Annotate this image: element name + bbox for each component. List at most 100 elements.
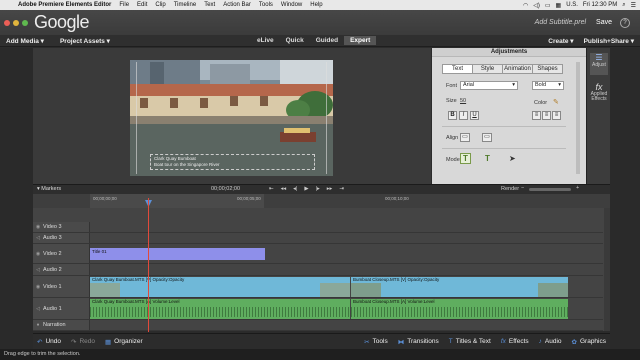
audio-clip[interactable]: Clark Quay Bumboat.MTS [A] Volume:Level [90, 299, 350, 319]
menu-help[interactable]: Help [306, 2, 326, 8]
organizer-button[interactable]: ▦ Organizer [105, 338, 143, 346]
redo-button[interactable]: ↷ Redo [71, 338, 95, 346]
zoom-in-icon[interactable]: + [576, 185, 579, 191]
font-select[interactable]: Arial ▾ [460, 81, 518, 90]
project-assets-menu[interactable]: Project Assets ▾ [60, 37, 110, 45]
align-right-icon[interactable]: ≡ [552, 111, 561, 120]
track-header[interactable]: ◁ Audio 2 [33, 264, 90, 275]
adjust-label: Adjust [592, 62, 606, 68]
wifi-icon[interactable]: ◠ [523, 2, 528, 9]
bold-button[interactable]: B [448, 111, 457, 120]
microphone-icon[interactable]: ● [33, 322, 43, 328]
tab-text[interactable]: Text [442, 64, 473, 74]
titles-text-button[interactable]: T Titles & Text [449, 338, 491, 345]
menu-action-bar[interactable]: Action Bar [219, 2, 255, 8]
menu-timeline[interactable]: Timeline [170, 2, 200, 8]
menu-clip[interactable]: Clip [151, 2, 169, 8]
add-media-menu[interactable]: Add Media ▾ [6, 37, 44, 45]
eye-icon[interactable]: ◉ [33, 224, 43, 230]
timeline-ruler[interactable]: 00;00;00;00 00;00;05;00 00;00;10;00 [33, 194, 610, 208]
step-forward-icon[interactable]: ▸▸ [327, 186, 333, 192]
menu-app-name[interactable]: Adobe Premiere Elements Editor [14, 2, 115, 8]
panel-scrollbar[interactable] [576, 62, 580, 174]
next-frame-icon[interactable]: |▸ [316, 186, 320, 192]
size-value[interactable]: 50 [460, 98, 466, 104]
vertical-text-tool-icon[interactable]: T [482, 153, 493, 164]
video-clip[interactable]: Bumboat Closeup.MTS [V] Opacity:Opacity [351, 277, 568, 297]
language-label[interactable]: U.S. [566, 2, 578, 8]
mode-quick[interactable]: Quick [280, 36, 310, 45]
menu-window[interactable]: Window [277, 2, 306, 8]
go-to-end-icon[interactable]: ⇥ [339, 186, 344, 192]
save-button[interactable]: Save [596, 19, 612, 26]
mode-guided[interactable]: Guided [310, 36, 344, 45]
track-header[interactable]: ◉ Video 1 [33, 276, 90, 297]
timeline-scrollbar[interactable] [604, 208, 610, 331]
speaker-icon[interactable]: ◁ [33, 306, 43, 312]
effects-button[interactable]: fx Effects [501, 338, 529, 345]
tab-animation[interactable]: Animation [502, 64, 533, 74]
markers-menu[interactable]: ▾ Markers [37, 186, 61, 192]
align-left-icon[interactable]: ≡ [532, 111, 541, 120]
eye-icon[interactable]: ◉ [33, 284, 43, 290]
align-center-icon[interactable]: ≡ [542, 111, 551, 120]
notification-icon[interactable]: ☰ [631, 2, 636, 9]
audio-clip[interactable]: Bumboat Closeup.MTS [A] Volume:Level [351, 299, 568, 319]
track-header[interactable]: ◁ Audio 3 [33, 233, 90, 243]
mode-expert[interactable]: Expert [344, 36, 377, 45]
video-clip[interactable]: Clark Quay Bumboat.MTS [V] Opacity:Opaci… [90, 277, 350, 297]
tab-style[interactable]: Style [472, 64, 503, 74]
step-back-icon[interactable]: ◂◂ [281, 186, 287, 192]
menu-text[interactable]: Text [200, 2, 219, 8]
publish-share-menu[interactable]: Publish+Share ▾ [584, 37, 634, 45]
help-button[interactable]: ? [620, 17, 630, 28]
font-style-select[interactable]: Bold ▾ [532, 81, 564, 90]
close-window-icon[interactable] [4, 19, 10, 26]
track-header[interactable]: ◁ Audio 1 [33, 298, 90, 319]
audio-button[interactable]: ♪ Audio [539, 338, 562, 345]
go-to-start-icon[interactable]: ⇤ [269, 186, 274, 192]
mode-elive[interactable]: eLive [251, 36, 280, 45]
eyedropper-icon[interactable]: ✎ [553, 98, 559, 106]
transitions-button[interactable]: ⧓ Transitions [398, 338, 439, 346]
speaker-icon[interactable]: ◁ [33, 235, 43, 241]
volume-icon[interactable]: ◁) [533, 2, 540, 9]
tab-shapes[interactable]: Shapes [532, 64, 563, 74]
selection-tool-icon[interactable]: ➤ [509, 154, 516, 163]
menu-tools[interactable]: Tools [255, 2, 277, 8]
prev-frame-icon[interactable]: ◂| [293, 186, 297, 192]
horizontal-text-tool-icon[interactable]: T [460, 153, 471, 164]
create-menu[interactable]: Create ▾ [548, 37, 573, 45]
track-header[interactable]: ● Narration [33, 320, 90, 330]
zoom-slider[interactable] [529, 188, 571, 191]
spotlight-icon[interactable]: ⌕ [622, 2, 625, 9]
graphics-button[interactable]: ✿ Graphics [572, 338, 606, 346]
zoom-out-icon[interactable]: − [521, 185, 524, 191]
title-clip[interactable]: Title 01 [90, 248, 265, 260]
battery-icon[interactable]: ▭ [545, 2, 551, 9]
subtitle-text-box[interactable]: Clark Quay Bumboat Boat tour on the Sing… [150, 154, 315, 170]
clip-thumbnail [351, 283, 381, 297]
menu-edit[interactable]: Edit [133, 2, 151, 8]
menu-file[interactable]: File [115, 2, 133, 8]
italic-button[interactable]: I [459, 111, 468, 120]
track-header[interactable]: ◉ Video 3 [33, 222, 90, 232]
timecode[interactable]: 00;00;02;00 [211, 186, 240, 192]
play-icon[interactable]: ▶ [304, 186, 308, 192]
minimize-window-icon[interactable] [13, 19, 19, 26]
video-preview[interactable]: Clark Quay Bumboat Boat tour on the Sing… [130, 60, 333, 176]
clock[interactable]: Fri 12:30 PM [583, 2, 617, 8]
adjust-button[interactable]: ☰ Adjust [590, 53, 608, 75]
tools-button[interactable]: ✂ Tools [364, 338, 388, 346]
applied-effects-button[interactable]: fx Applied Effects [589, 82, 609, 108]
flag-icon[interactable]: ▦ [556, 2, 562, 9]
align-vertical-icon[interactable]: ▭ [482, 133, 492, 142]
eye-icon[interactable]: ◉ [33, 251, 43, 257]
zoom-window-icon[interactable] [22, 19, 28, 26]
underline-button[interactable]: U [470, 111, 479, 120]
align-horizontal-icon[interactable]: ▭ [460, 133, 470, 142]
track-header[interactable]: ◉ Video 2 [33, 244, 90, 263]
render-button[interactable]: Render [501, 186, 519, 192]
undo-button[interactable]: ↶ Undo [37, 338, 61, 346]
speaker-icon[interactable]: ◁ [33, 267, 43, 273]
